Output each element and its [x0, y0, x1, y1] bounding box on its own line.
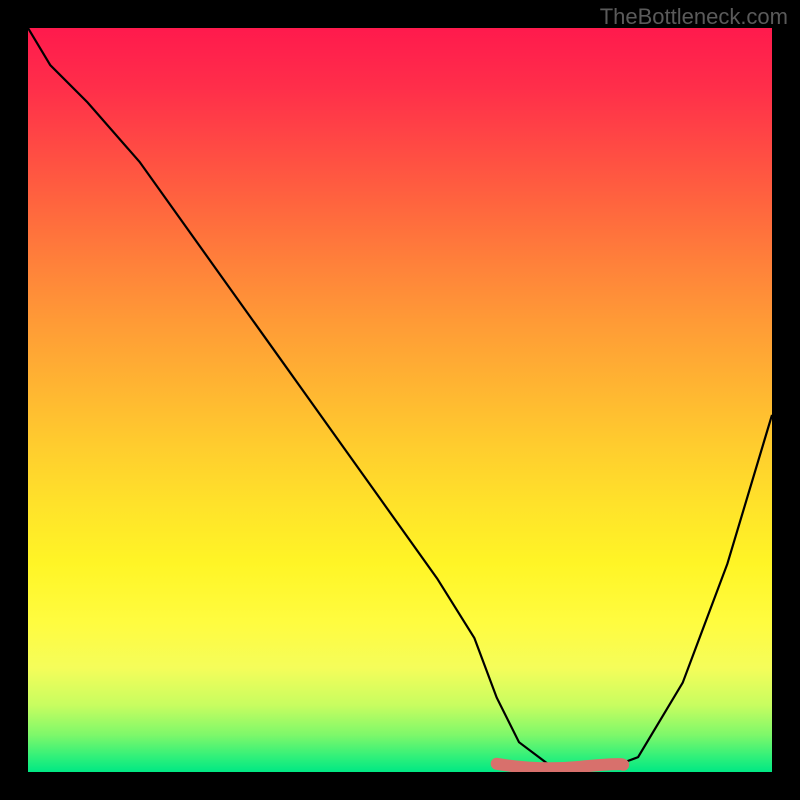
chart-area [28, 28, 772, 772]
bottleneck-curve-line [28, 28, 772, 768]
watermark-label: TheBottleneck.com [600, 4, 788, 30]
optimal-zone-accent [497, 764, 624, 768]
chart-svg [28, 28, 772, 772]
